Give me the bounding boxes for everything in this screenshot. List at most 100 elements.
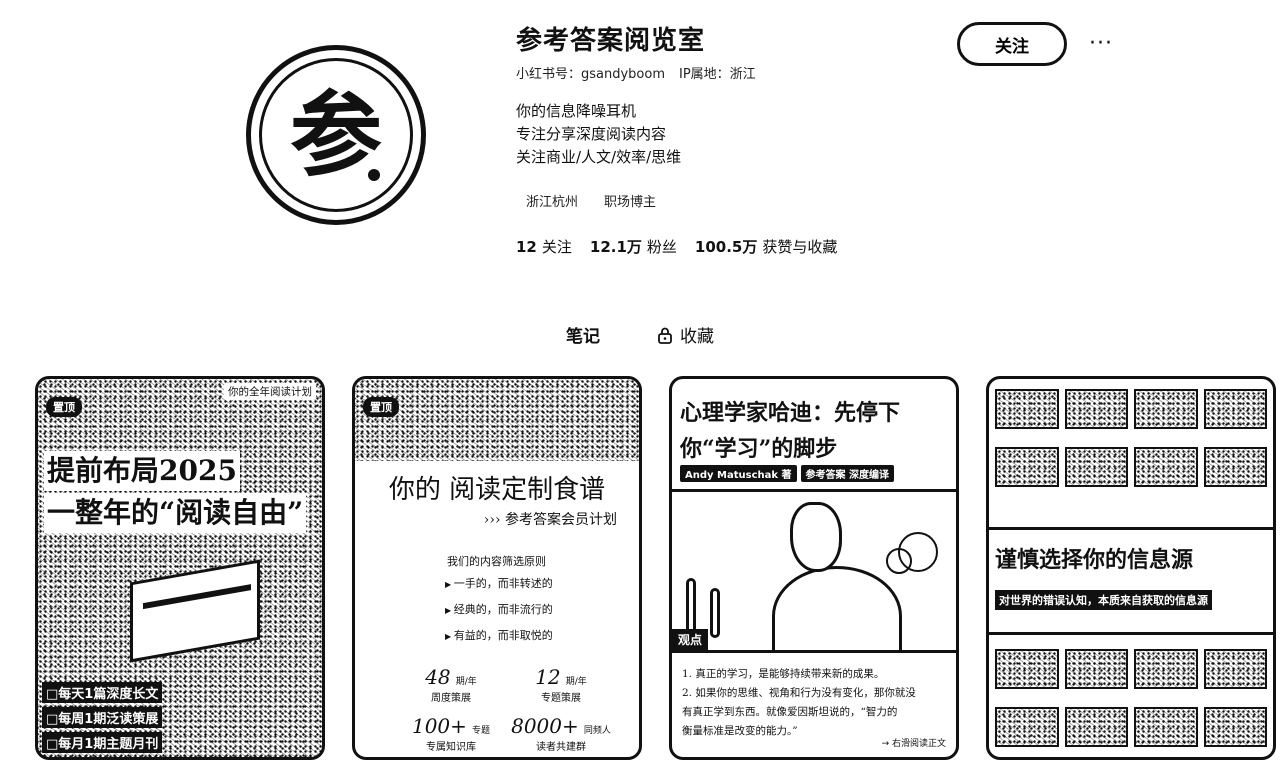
read-more-hint: → 右滑阅读正文 [881, 739, 946, 749]
thumbnail [1064, 389, 1128, 429]
translator-badge: 参考答案 深度编译 [800, 465, 894, 482]
bio-line: 你的信息降噪耳机 [516, 102, 637, 120]
thumbnail [995, 447, 1059, 487]
stat-likes[interactable]: 100.5万 获赞与收藏 [695, 236, 837, 257]
stat-value: 12 [516, 238, 537, 256]
membership-stat: 8000+ 同频人 读者共建群 [511, 714, 611, 753]
stat-unit: 期/年 [455, 677, 477, 687]
card-subtitle: 对世界的错误认知，本质来自获取的信息源 [995, 590, 1212, 610]
thumbnail [995, 707, 1059, 747]
redbook-id: 小红书号：gsandyboom [516, 67, 665, 82]
stat-unit: 专题 [472, 726, 491, 736]
key-point: 2. 如果你的思维、视角和行为没有变化，那你就没 [682, 687, 916, 699]
stat-number: 48 [425, 665, 451, 689]
card-feature-list: 每天1篇深度长文 每周1期泛读策展 每月1期主题月刊 [42, 678, 163, 753]
tab-collections[interactable]: 收藏 [648, 318, 722, 351]
stat-label: 读者共建群 [536, 742, 586, 753]
note-card-info-source[interactable]: 谨慎选择你的信息源 对世界的错误认知，本质来自获取的信息源 [986, 376, 1276, 760]
tag-location: 浙江杭州 [526, 195, 579, 210]
avatar-dot [368, 169, 380, 181]
stat-unit: 期/年 [565, 677, 587, 687]
thumbnail [1203, 707, 1267, 747]
stat-followers[interactable]: 12.1万 粉丝 [590, 236, 677, 257]
stat-label: 获赞与收藏 [762, 238, 838, 256]
feature-item: 每天1篇深度长文 [42, 682, 163, 703]
stat-value: 100.5万 [694, 238, 758, 256]
stat-label: 粉丝 [646, 238, 677, 256]
feature-item: 每周1期泛读策展 [42, 707, 163, 728]
stat-label: 专属知识库 [426, 742, 476, 753]
rule-item: 有益的，而非取悦的 [445, 627, 553, 643]
stat-number: 100+ [411, 714, 467, 738]
thumbnail [1134, 649, 1198, 689]
thumbnail [1134, 707, 1198, 747]
thumbnail-grid [995, 649, 1267, 757]
rules-heading: 我们的内容筛选原则 [447, 555, 546, 568]
stat-value: 12.1万 [589, 238, 642, 256]
more-icon[interactable]: ··· [1086, 28, 1116, 58]
tab-notes[interactable]: 笔记 [558, 318, 608, 351]
thumbnail [995, 649, 1059, 689]
pinned-badge: 置顶 [46, 397, 82, 417]
card-title-line: 心理学家哈迪：先停下 [680, 400, 901, 426]
card-title: 谨慎选择你的信息源 [995, 547, 1194, 573]
note-card-learning[interactable]: 心理学家哈迪：先停下 你“学习”的脚步 Andy Matuschak 著 参考答… [669, 376, 959, 760]
card-title: 提前布局2025 一整年的“阅读自由” [44, 451, 307, 535]
key-points: 1. 真正的学习，是能够持续带来新的成果。 2. 如果你的思维、视角和行为没有变… [682, 665, 954, 741]
card-byline: Andy Matuschak 著 参考答案 深度编译 [680, 465, 894, 482]
bio-line: 专注分享深度阅读内容 [516, 125, 667, 143]
thumbnail [1134, 447, 1198, 487]
thumbnail [1064, 649, 1128, 689]
rule-item: 一手的，而非转述的 [445, 575, 553, 591]
portrait-illustration: 观点 [672, 489, 956, 653]
pinned-badge: 置顶 [363, 397, 399, 417]
stat-unit: 同频人 [583, 726, 611, 736]
tab-label: 收藏 [680, 327, 714, 347]
ip-location: IP属地：浙江 [679, 67, 756, 82]
card-title-line: 一整年的“阅读自由” [44, 493, 307, 533]
feature-item: 每月1期主题月刊 [42, 732, 163, 753]
portrait-body [772, 566, 902, 650]
thumbnail [1203, 389, 1267, 429]
avatar-logo: 参 [259, 58, 413, 212]
stat-label: 周度策展 [431, 693, 471, 704]
portrait-head [790, 502, 842, 572]
profile-nickname: 参考答案阅览室 [516, 26, 706, 56]
avatar[interactable]: 参 [246, 45, 426, 225]
key-point: 1. 真正的学习，是能够持续带来新的成果。 [682, 668, 885, 680]
note-card-reading-plan[interactable]: 你的全年阅读计划 置顶 提前布局2025 一整年的“阅读自由” 每天1篇深度长文… [35, 376, 325, 760]
rules-list: 一手的，而非转述的 经典的，而非流行的 有益的，而非取悦的 [445, 575, 553, 653]
stat-number: 8000+ [511, 714, 579, 738]
profile-meta: 小红书号：gsandyboom IP属地：浙江 [516, 63, 756, 82]
card-title: 你的 阅读定制食谱 [388, 475, 606, 505]
viewpoint-tag: 观点 [672, 629, 709, 650]
house-illustration [130, 559, 260, 663]
membership-stat: 48 期/年 周度策展 [401, 665, 501, 704]
cloud-shape [886, 548, 912, 574]
stat-following[interactable]: 12 关注 [516, 236, 572, 257]
thumbnail [1203, 447, 1267, 487]
note-card-membership[interactable]: 置顶 你的 阅读定制食谱 ››› 参考答案会员计划 我们的内容筛选原则 一手的，… [352, 376, 642, 760]
profile-tags: 浙江杭州 职场博主 [516, 188, 666, 213]
thumbnail [1203, 649, 1267, 689]
figure-shape [710, 588, 720, 638]
stat-label: 关注 [541, 238, 572, 256]
thumbnail [1064, 447, 1128, 487]
stat-label: 专题策展 [541, 693, 581, 704]
stat-number: 12 [535, 665, 561, 689]
follow-button[interactable]: 关注 [957, 22, 1067, 66]
bio-line: 关注商业/人文/效率/思维 [516, 148, 682, 166]
profile-tabs: 笔记 收藏 [0, 318, 1280, 351]
card-title: 心理学家哈迪：先停下 你“学习”的脚步 [680, 395, 900, 467]
card-title-line: 你“学习”的脚步 [680, 436, 838, 462]
lock-icon [658, 327, 672, 344]
thumbnail [1134, 389, 1198, 429]
card-corner-label: 你的全年阅读计划 [224, 383, 316, 400]
profile-bio: 你的信息降噪耳机 专注分享深度阅读内容 关注商业/人文/效率/思维 [516, 100, 681, 169]
tag-role: 职场博主 [604, 195, 657, 210]
author-badge: Andy Matuschak 著 [680, 465, 797, 482]
title-band: 谨慎选择你的信息源 对世界的错误认知，本质来自获取的信息源 [989, 527, 1273, 635]
avatar-char: 参 [289, 81, 382, 189]
rule-item: 经典的，而非流行的 [445, 601, 553, 617]
membership-stat: 100+ 专题 专属知识库 [401, 714, 501, 753]
